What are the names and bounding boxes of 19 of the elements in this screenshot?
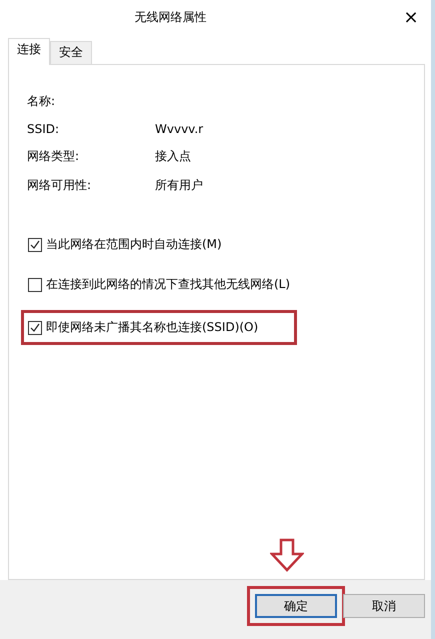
tab[interactable]: 连接 [8, 38, 50, 65]
window-title: 无线网络属性 [134, 8, 208, 26]
tab[interactable]: 安全 [50, 41, 92, 64]
checkbox-label: 在连接到此网络的情况下查找其他无线网络(L) [46, 276, 290, 293]
property-value: 所有用户 [155, 178, 203, 192]
checkbox[interactable] [28, 238, 42, 252]
checkbox-label: 即使网络未广播其名称也连接(SSID)(O) [46, 319, 258, 336]
property-label: 网络可用性: [27, 177, 92, 194]
close-button[interactable]: × [391, 6, 431, 28]
dialog-button[interactable]: 取消 [343, 594, 425, 618]
property-label: 名称: [27, 93, 56, 110]
checkbox[interactable] [28, 320, 42, 334]
property-label: 网络类型: [27, 148, 80, 165]
checkbox-label: 当此网络在范围内时自动连接(M) [46, 236, 222, 253]
property-value: 接入点 [155, 149, 191, 163]
property-label: SSID: [27, 122, 60, 136]
property-value: Wvvvv.r [155, 122, 204, 136]
checkbox[interactable] [28, 278, 42, 292]
down-arrow-icon [270, 538, 304, 572]
